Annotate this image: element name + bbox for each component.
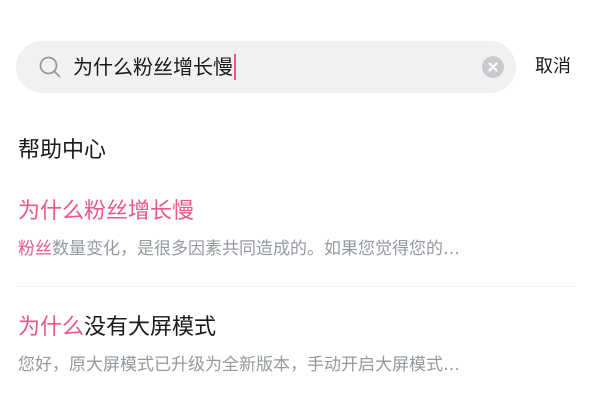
text-caret — [234, 53, 236, 80]
result-title: 为什么没有大屏模式 — [18, 312, 563, 344]
result-title-highlight: 为什么 — [18, 315, 85, 340]
result-snippet-rest: 数量变化，是很多因素共同造成的。如果您觉得您的… — [52, 239, 460, 259]
divider — [18, 286, 574, 287]
search-box[interactable]: 为什么粉丝增长慢 — [16, 41, 516, 93]
result-snippet-rest: 您好，原大屏模式已升级为全新版本，手动开启大屏模式… — [18, 355, 460, 375]
search-input-text: 为什么粉丝增长慢 — [73, 55, 233, 79]
cancel-button[interactable]: 取消 — [535, 53, 571, 81]
search-input[interactable]: 为什么粉丝增长慢 — [73, 52, 236, 82]
clear-icon[interactable] — [482, 56, 504, 78]
search-result-item[interactable]: 为什么粉丝增长慢 粉丝数量变化，是很多因素共同造成的。如果您觉得您的… — [18, 196, 563, 262]
search-result-item[interactable]: 为什么没有大屏模式 您好，原大屏模式已升级为全新版本，手动开启大屏模式… — [18, 312, 563, 378]
result-snippet: 您好，原大屏模式已升级为全新版本，手动开启大屏模式… — [18, 352, 563, 378]
search-icon — [38, 55, 62, 79]
result-snippet-highlight: 粉丝 — [18, 239, 52, 259]
search-bar: 为什么粉丝增长慢 取消 — [16, 41, 578, 93]
result-snippet: 粉丝数量变化，是很多因素共同造成的。如果您觉得您的… — [18, 236, 563, 262]
search-page: 为什么粉丝增长慢 取消 帮助中心 为什么粉丝增长慢 粉丝数量变化，是很多因素共同… — [0, 0, 592, 394]
section-title: 帮助中心 — [18, 138, 107, 163]
result-title: 为什么粉丝增长慢 — [18, 196, 563, 228]
result-title-highlight: 为什么粉丝增长慢 — [18, 199, 195, 224]
result-title-rest: 没有大屏模式 — [84, 315, 217, 340]
